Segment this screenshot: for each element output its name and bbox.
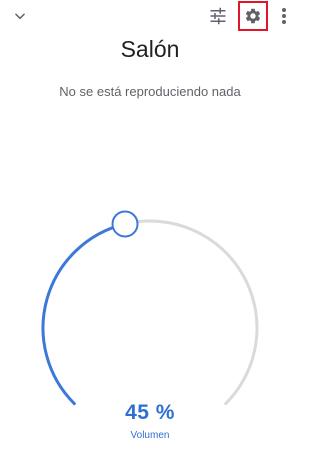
volume-label: Volumen <box>130 430 170 441</box>
volume-dial[interactable] <box>0 0 300 453</box>
volume-active-arc <box>41 222 127 406</box>
volume-thumb[interactable] <box>111 210 139 238</box>
device-volume-screen: Salón No se está reproduciendo nada 45 %… <box>0 0 300 453</box>
volume-track <box>123 219 259 406</box>
volume-value: 45 % <box>125 401 175 424</box>
